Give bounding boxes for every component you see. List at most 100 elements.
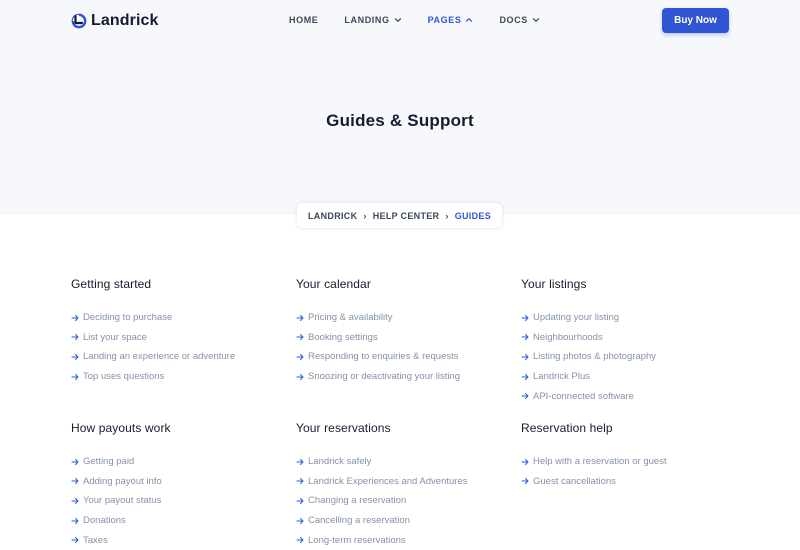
section-how-payouts-work: How payouts work Getting paid Adding pay… [71, 421, 296, 550]
list-item[interactable]: API-connected software [521, 386, 746, 406]
arrow-right-icon [296, 536, 304, 544]
link-text: Donations [83, 515, 126, 527]
link-list: Help with a reservation or guest Guest c… [521, 452, 746, 491]
list-item[interactable]: Changing a reservation [296, 491, 521, 511]
section-title: Your listings [521, 277, 587, 291]
arrow-right-icon [296, 353, 304, 361]
chevron-down-icon [532, 16, 540, 24]
nav-item-label: HOME [289, 15, 319, 25]
list-item[interactable]: Cancelling a reservation [296, 511, 521, 531]
link-text: Landrick Plus [533, 371, 591, 383]
link-list: Updating your listing Neighbourhoods Lis… [521, 308, 746, 406]
nav-item-landing[interactable]: LANDING [344, 15, 401, 25]
section-reservation-help: Reservation help Help with a reservation… [521, 421, 746, 491]
list-item[interactable]: Responding to enquiries & requests [296, 347, 521, 367]
arrow-right-icon [296, 314, 304, 322]
list-item[interactable]: Your payout status [71, 491, 296, 511]
list-item[interactable]: Snoozing or deactivating your listing [296, 367, 521, 387]
arrow-right-icon [521, 373, 529, 381]
link-text: API-connected software [533, 390, 634, 402]
nav-item-home[interactable]: HOME [289, 15, 318, 25]
list-item[interactable]: Pricing & availability [296, 308, 521, 328]
list-item[interactable]: Taxes [71, 530, 296, 550]
list-item[interactable]: Adding payout info [71, 472, 296, 492]
arrow-right-icon [521, 477, 529, 485]
page-title: Guides & Support [326, 111, 474, 130]
arrow-right-icon [521, 333, 529, 341]
breadcrumb-item-help-center[interactable]: HELP CENTER [373, 211, 440, 221]
section-title: Reservation help [521, 421, 613, 435]
chevron-right-icon: › [363, 210, 367, 221]
link-list: Pricing & availability Booking settings … [296, 308, 521, 386]
link-text: Pricing & availability [308, 312, 393, 324]
link-text: Adding payout info [83, 475, 162, 487]
link-text: Updating your listing [533, 312, 620, 324]
arrow-right-icon [521, 353, 529, 361]
arrow-right-icon [71, 353, 79, 361]
logo-icon [71, 13, 87, 29]
list-item[interactable]: Top uses questions [71, 367, 296, 387]
nav-item-label: DOCS [499, 15, 528, 25]
arrow-right-icon [296, 517, 304, 525]
arrow-right-icon [521, 314, 529, 322]
list-item[interactable]: Landrick safely [296, 452, 521, 472]
section-title: Your calendar [296, 277, 371, 291]
arrow-right-icon [296, 373, 304, 381]
link-text: Cancelling a reservation [308, 515, 410, 527]
list-item[interactable]: Neighbourhoods [521, 328, 746, 348]
section-your-reservations: Your reservations Landrick safely Landri… [296, 421, 521, 550]
arrow-right-icon [296, 458, 304, 466]
list-item[interactable]: Landing an experience or adventure [71, 347, 296, 367]
nav-item-pages[interactable]: PAGES [428, 15, 474, 25]
arrow-right-icon [296, 333, 304, 341]
list-item[interactable]: Landrick Plus [521, 367, 746, 387]
link-list: Deciding to purchase List your space Lan… [71, 308, 296, 386]
section-your-listings: Your listings Updating your listing Neig… [521, 277, 746, 406]
link-text: Responding to enquiries & requests [308, 351, 459, 363]
breadcrumb-item-landrick[interactable]: LANDRICK [308, 211, 357, 221]
link-list: Getting paid Adding payout info Your pay… [71, 452, 296, 550]
list-item[interactable]: Landrick Experiences and Adventures [296, 472, 521, 492]
chevron-right-icon: › [445, 210, 449, 221]
link-text: Snoozing or deactivating your listing [308, 371, 461, 383]
link-text: Neighbourhoods [533, 331, 603, 343]
link-text: Your payout status [83, 495, 162, 507]
list-item[interactable]: Updating your listing [521, 308, 746, 328]
link-text: Guest cancellations [533, 475, 616, 487]
arrow-right-icon [71, 373, 79, 381]
link-list: Landrick safely Landrick Experiences and… [296, 452, 521, 550]
list-item[interactable]: List your space [71, 328, 296, 348]
section-title: Getting started [71, 277, 152, 291]
list-item[interactable]: Deciding to purchase [71, 308, 296, 328]
list-item[interactable]: Booking settings [296, 328, 521, 348]
buy-now-button[interactable]: Buy Now [662, 8, 729, 33]
link-text: Top uses questions [83, 371, 165, 383]
list-item[interactable]: Help with a reservation or guest [521, 452, 746, 472]
arrow-right-icon [71, 536, 79, 544]
arrow-right-icon [71, 517, 79, 525]
logo[interactable]: Landrick [71, 12, 159, 30]
link-text: Long-term reservations [308, 534, 406, 546]
chevron-up-icon [465, 16, 473, 24]
link-text: List your space [83, 331, 147, 343]
arrow-right-icon [296, 497, 304, 505]
arrow-right-icon [71, 458, 79, 466]
list-item[interactable]: Listing photos & photography [521, 347, 746, 367]
list-item[interactable]: Guest cancellations [521, 472, 746, 492]
breadcrumb-item-guides: GUIDES [454, 210, 491, 221]
list-item[interactable]: Long-term reservations [296, 530, 521, 550]
list-item[interactable]: Donations [71, 511, 296, 531]
link-text: Landrick safely [308, 456, 372, 468]
breadcrumb: LANDRICK › HELP CENTER › GUIDES [297, 203, 502, 228]
arrow-right-icon [71, 333, 79, 341]
nav-item-docs[interactable]: DOCS [499, 15, 539, 25]
arrow-right-icon [521, 392, 529, 400]
link-text: Landing an experience or adventure [83, 351, 236, 363]
link-text: Deciding to purchase [83, 312, 173, 324]
nav-item-label: PAGES [427, 15, 462, 25]
logo-text: Landrick [91, 12, 159, 29]
section-your-calendar: Your calendar Pricing & availability Boo… [296, 277, 521, 386]
arrow-right-icon [71, 314, 79, 322]
list-item[interactable]: Getting paid [71, 452, 296, 472]
section-title: Your reservations [296, 421, 391, 435]
